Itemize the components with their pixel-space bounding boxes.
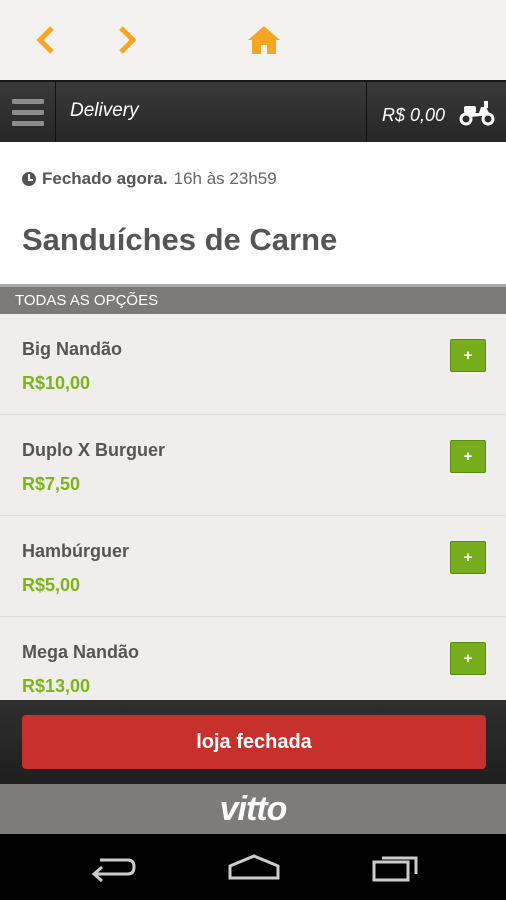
browser-toolbar [0,0,506,80]
hamburger-menu-icon[interactable] [0,82,56,142]
store-hours: 16h às 23h59 [173,169,277,188]
footer-bar: loja fechada [0,700,506,784]
status-closed-label: Fechado agora. [42,169,168,188]
menu-item[interactable]: Big Nandão R$10,00 + [0,314,506,415]
android-recents-icon[interactable] [370,852,422,882]
clock-icon [22,172,36,186]
scooter-icon [459,101,495,126]
add-item-button[interactable]: + [450,541,486,574]
item-price: R$13,00 [22,676,91,696]
vitto-logo: vitto [219,789,288,828]
add-item-button[interactable]: + [450,440,486,473]
add-item-button[interactable]: + [450,339,486,372]
chevron-left-icon [36,26,54,54]
menu-item[interactable]: Hambúrguer R$5,00 + [0,516,506,617]
chevron-right-icon [119,26,137,54]
store-status: Fechado agora. 16h às 23h59 [22,169,277,189]
brand-bar: vitto [0,784,506,834]
cart-button[interactable]: R$ 0,00 [366,82,506,142]
store-info: Fechado agora. 16h às 23h59 Sanduíches d… [0,142,506,284]
item-price: R$5,00 [22,575,81,595]
add-item-button[interactable]: + [450,642,486,675]
header-title: Delivery [70,100,139,121]
android-navigation-bar [0,834,506,900]
app-header: Delivery R$ 0,00 [0,80,506,142]
item-name: Hambúrguer [22,541,130,561]
android-back-icon[interactable] [88,852,138,882]
home-button[interactable] [244,20,284,60]
item-price: R$7,50 [22,474,81,494]
item-name: Duplo X Burguer [22,440,165,460]
item-price: R$10,00 [22,373,91,393]
cart-total: R$ 0,00 [382,105,446,125]
category-title: Sanduíches de Carne [22,222,338,257]
android-home-icon[interactable] [226,852,282,882]
menu-item[interactable]: Duplo X Burguer R$7,50 + [0,415,506,516]
back-button[interactable] [26,20,66,60]
item-name: Big Nandão [22,339,123,359]
menu-item[interactable]: Mega Nandão R$13,00 + [0,617,506,700]
section-header: TODAS AS OPÇÕES [0,284,506,314]
menu-item-list: Big Nandão R$10,00 + Duplo X Burguer R$7… [0,314,506,700]
home-icon [248,26,280,54]
item-name: Mega Nandão [22,642,140,662]
store-closed-button[interactable]: loja fechada [22,715,486,769]
forward-button[interactable] [107,20,147,60]
